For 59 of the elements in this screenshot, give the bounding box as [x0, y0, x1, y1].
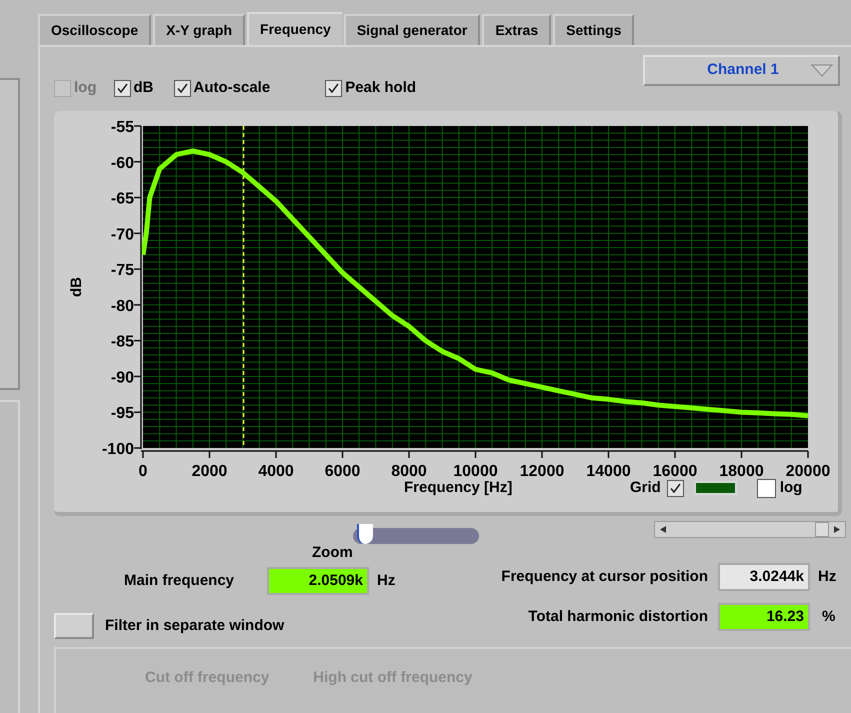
tick-label: 14000	[586, 463, 631, 480]
value-display: 2.0509k	[267, 567, 369, 595]
button-label: Filter in separate window	[105, 616, 284, 636]
checkbox[interactable]	[174, 80, 190, 97]
scroll-bar[interactable]	[654, 520, 846, 538]
checkbox-label: Peak hold	[345, 78, 416, 98]
tick-label: 10000	[453, 463, 498, 480]
unit-label: Hz	[377, 570, 396, 591]
checkbox[interactable]	[114, 80, 130, 97]
filter-window-button[interactable]	[54, 613, 94, 639]
checkbox-label: Grid	[630, 478, 661, 498]
tab[interactable]: X-Y graph	[153, 14, 246, 45]
tick-label: 8000	[391, 463, 427, 480]
tick-label: 20000	[786, 463, 830, 480]
tick-label: -80	[110, 298, 134, 315]
tick-label: -55	[110, 119, 134, 136]
tick-label: 12000	[520, 463, 564, 480]
tick-label: -100	[102, 441, 134, 458]
dropdown-arrow-icon	[811, 64, 833, 77]
checkbox-label: log	[74, 78, 96, 98]
tab[interactable]: Frequency	[247, 12, 342, 45]
tick-label: -95	[110, 405, 134, 422]
tick-label: 18000	[719, 463, 764, 480]
tick-label: -70	[110, 226, 134, 244]
tab[interactable]: Settings	[553, 14, 634, 45]
zoom-label: Zoom	[312, 542, 353, 562]
tick-label: -65	[110, 190, 134, 208]
axis-title: dB	[68, 277, 85, 297]
tick-label: 6000	[324, 463, 360, 480]
tab[interactable]: Signal generator	[344, 14, 480, 45]
checkbox[interactable]	[666, 480, 684, 496]
value-display: 16.23	[718, 603, 810, 631]
checkbox-label: Auto-scale	[194, 78, 270, 98]
slider-thumb[interactable]	[356, 524, 372, 544]
tick-label: -60	[110, 154, 134, 172]
tick-label: -85	[110, 334, 134, 351]
axis-title: Frequency [Hz]	[404, 478, 514, 498]
tab[interactable]: Oscilloscope	[38, 14, 152, 45]
field-label: Total harmonic distortion	[528, 606, 708, 627]
cursor-line[interactable]	[242, 126, 244, 448]
tick-label: 2000	[192, 463, 228, 480]
checkbox[interactable]	[325, 80, 342, 97]
tab[interactable]: Extras	[482, 14, 552, 45]
unit-label: %	[822, 608, 836, 625]
checkbox-label: dB	[134, 78, 154, 98]
checkbox-label: log	[780, 478, 802, 498]
scroll-thumb[interactable]	[815, 522, 829, 536]
unit-label: Hz	[818, 568, 836, 585]
checkbox[interactable]	[756, 478, 776, 498]
tick-label: -75	[110, 262, 134, 280]
tick-label: 16000	[652, 463, 698, 480]
grid-color-swatch[interactable]	[694, 481, 737, 495]
tick-label: 4000	[258, 463, 294, 480]
value-display: 3.0244k	[718, 563, 810, 591]
channel-dropdown[interactable]: Channel 1	[643, 55, 840, 86]
tick-label: -90	[110, 369, 134, 386]
field-label: Frequency at cursor position	[501, 566, 708, 587]
field-label: Main frequency	[124, 570, 236, 591]
tick-label: 0	[138, 463, 148, 480]
